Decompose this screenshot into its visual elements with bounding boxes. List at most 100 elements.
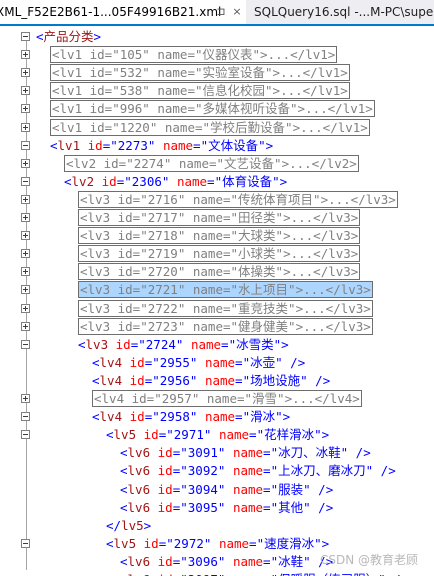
code-line[interactable]: <lv4 id="2955" name="冰壶" />: [0, 354, 434, 372]
collapsed-element-line[interactable]: <lv1 id="538" name="信息化校园">...</lv1>: [0, 82, 434, 100]
collapsed-element-line[interactable]: <lv1 id="996" name="多媒体视听设备">...</lv1>: [0, 100, 434, 118]
collapsed-element: <lv3 id="2716" name="传统体育项目">...</lv3>: [78, 190, 398, 209]
attribute-value: 滑冰: [250, 409, 276, 425]
code-line[interactable]: <lv6 id="3094" name="服装" />: [0, 481, 434, 499]
collapse-icon[interactable]: [21, 176, 30, 186]
code-line[interactable]: <产品分类>: [0, 28, 434, 46]
tab-sql-query[interactable]: SQLQuery16.sql -...M-PC\supe: [254, 0, 434, 24]
collapsed-element-line[interactable]: <lv1 id="532" name="实验室设备">...</lv1>: [0, 64, 434, 82]
collapsed-element-line[interactable]: <lv3 id="2721" name="水上项目">...</lv3>: [0, 281, 434, 299]
element-tag: <lv6 id="3092" name="上冰刀、磨冰刀" />: [120, 463, 396, 479]
tag-name: 产品分类: [43, 29, 94, 44]
collapsed-element-line[interactable]: <lv3 id="2720" name="体操类">...</lv3>: [0, 263, 434, 281]
element-tag: <lv6 id="3094" name="服装" />: [120, 481, 334, 497]
attribute-name: id: [129, 409, 145, 425]
collapse-icon[interactable]: [21, 339, 30, 349]
collapsed-element: <lv3 id="2722" name="重竞技类">...</lv3>: [78, 299, 373, 318]
expand-icon[interactable]: [21, 158, 30, 168]
close-icon[interactable]: ×: [230, 0, 244, 24]
attribute-name: id: [129, 372, 145, 388]
collapsed-element: <lv3 id="2721" name="水上项目">...</lv3>: [78, 281, 373, 299]
collapsed-element-line[interactable]: <lv3 id="2723" name="健身健美">...</lv3>: [0, 317, 434, 336]
attribute-name: id: [129, 354, 145, 370]
attribute-value: 2724: [145, 336, 176, 352]
collapsed-element-text: <lv3 id="2718" name="大球类">...</lv3>: [78, 227, 361, 245]
attribute-name: name: [218, 535, 250, 551]
expand-icon[interactable]: [21, 231, 30, 241]
expand-icon[interactable]: [21, 86, 30, 96]
attribute-name: name: [232, 481, 264, 497]
tag-name: lv1: [57, 137, 81, 153]
attribute-value: 冰刀、冰鞋: [278, 445, 341, 461]
attribute-value: 2306: [131, 173, 162, 189]
element-tag: <lv3 id="2724" name="冰雪类">: [78, 336, 289, 352]
code-line[interactable]: <lv4 id="2956" name="场地设施" />: [0, 372, 434, 390]
collapsed-element: <lv1 id="996" name="多媒体视听设备">...</lv1>: [50, 100, 375, 118]
collapsed-element-line[interactable]: <lv3 id="2718" name="大球类">...</lv3>: [0, 227, 434, 245]
code-line[interactable]: <lv6 id="3095" name="其他" />: [0, 499, 434, 517]
collapse-icon[interactable]: [21, 538, 30, 548]
expand-icon[interactable]: [21, 303, 30, 313]
collapsed-element-text: <lv1 id="996" name="多媒体视听设备">...</lv1>: [50, 100, 375, 118]
attribute-name: name: [232, 463, 264, 479]
code-line[interactable]: <lv6 id="3092" name="上冰刀、磨冰刀" />: [0, 462, 434, 480]
expand-icon[interactable]: [21, 249, 30, 259]
collapsed-element-line[interactable]: <lv3 id="2717" name="田径类">...</lv3>: [0, 209, 434, 227]
collapsed-element: <lv1 id="538" name="信息化校园">...</lv1>: [50, 82, 350, 100]
attribute-value: 3094: [187, 481, 218, 497]
collapsed-element-line[interactable]: <lv3 id="2719" name="小球类">...</lv3>: [0, 245, 434, 263]
attribute-name: id: [157, 463, 173, 479]
code-line[interactable]: <lv6 id="3091" name="冰刀、冰鞋" />: [0, 444, 434, 462]
attribute-name: id: [157, 553, 173, 569]
element-tag: <lv5 id="2971" name="花样滑冰">: [106, 427, 330, 443]
code-line[interactable]: <lv4 id="2958" name="滑冰">: [0, 408, 434, 426]
code-line[interactable]: <lv6 id="3097" name="保暖服（练习服）" />: [0, 571, 434, 576]
expand-icon[interactable]: [21, 394, 30, 403]
attribute-name: id: [157, 499, 173, 515]
expand-icon[interactable]: [21, 213, 30, 222]
code-line[interactable]: <lv1 id="2273" name="文体设备">: [0, 137, 434, 155]
collapse-icon[interactable]: [21, 430, 30, 440]
code-line[interactable]: </lv5>: [0, 517, 434, 535]
collapsed-element-text: <lv2 id="2274" name="文艺设备">...</lv2>: [64, 154, 359, 172]
collapsed-element-line[interactable]: <lv1 id="1220" name="学校后勤设备">...</lv1>: [0, 118, 434, 137]
expand-icon[interactable]: [21, 321, 30, 331]
attribute-value: 保暖服（练习服）: [278, 572, 378, 576]
collapsed-element-line[interactable]: <lv3 id="2716" name="传统体育项目">...</lv3>: [0, 190, 434, 209]
collapsed-element-line[interactable]: <lv3 id="2722" name="重竞技类">...</lv3>: [0, 299, 434, 318]
collapsed-element-text: <lv3 id="2722" name="重竞技类">...</lv3>: [78, 299, 373, 317]
code-line[interactable]: <lv2 id="2306" name="体育设备">: [0, 173, 434, 191]
tab-xml-file[interactable]: XML_F52E2B61-1...05F49916B21.xml ⊐ ×: [0, 0, 246, 24]
collapse-icon[interactable]: [21, 140, 30, 150]
collapse-icon[interactable]: [21, 32, 30, 41]
expand-icon[interactable]: [21, 122, 30, 132]
expand-icon[interactable]: [21, 267, 30, 277]
collapsed-element-text: <lv3 id="2721" name="水上项目">...</lv3>: [78, 281, 373, 299]
attribute-value: 上冰刀、磨冰刀: [278, 463, 366, 479]
element-tag: <lv6 id="3096" name="冰鞋" />: [120, 553, 334, 569]
expand-icon[interactable]: [21, 68, 30, 78]
xml-editor[interactable]: <产品分类> <lv1 id="105" name="仪器仪表">...</lv1…: [0, 26, 434, 576]
code-line[interactable]: <lv3 id="2724" name="冰雪类">: [0, 336, 434, 354]
attribute-value: 3097: [188, 572, 218, 576]
collapsed-element-line[interactable]: <lv1 id="105" name="仪器仪表">...</lv1>: [0, 46, 434, 64]
pin-icon[interactable]: ⊐: [214, 0, 228, 24]
collapsed-element-line[interactable]: <lv4 id="2957" name="滑雪">...</lv4>: [0, 390, 434, 408]
attribute-name: name: [232, 553, 264, 569]
attribute-name: id: [87, 137, 103, 153]
expand-icon[interactable]: [21, 104, 30, 114]
collapsed-element-line[interactable]: <lv2 id="2274" name="文艺设备">...</lv2>: [0, 154, 434, 173]
collapse-icon[interactable]: [21, 412, 30, 422]
collapsed-element: <lv2 id="2274" name="文艺设备">...</lv2>: [64, 154, 359, 173]
element-tag: <lv2 id="2306" name="体育设备">: [64, 173, 288, 189]
expand-icon[interactable]: [21, 285, 30, 295]
expand-icon[interactable]: [21, 50, 30, 60]
code-line[interactable]: <lv5 id="2971" name="花样滑冰">: [0, 426, 434, 444]
collapsed-element: <lv3 id="2720" name="体操类">...</lv3>: [78, 263, 361, 281]
expand-icon[interactable]: [21, 194, 30, 204]
tag-name: lv4: [99, 354, 123, 370]
attribute-name: id: [101, 173, 117, 189]
attribute-name: name: [204, 354, 236, 370]
attribute-value: 花样滑冰: [264, 427, 315, 443]
collapsed-element: <lv3 id="2719" name="小球类">...</lv3>: [78, 245, 361, 263]
